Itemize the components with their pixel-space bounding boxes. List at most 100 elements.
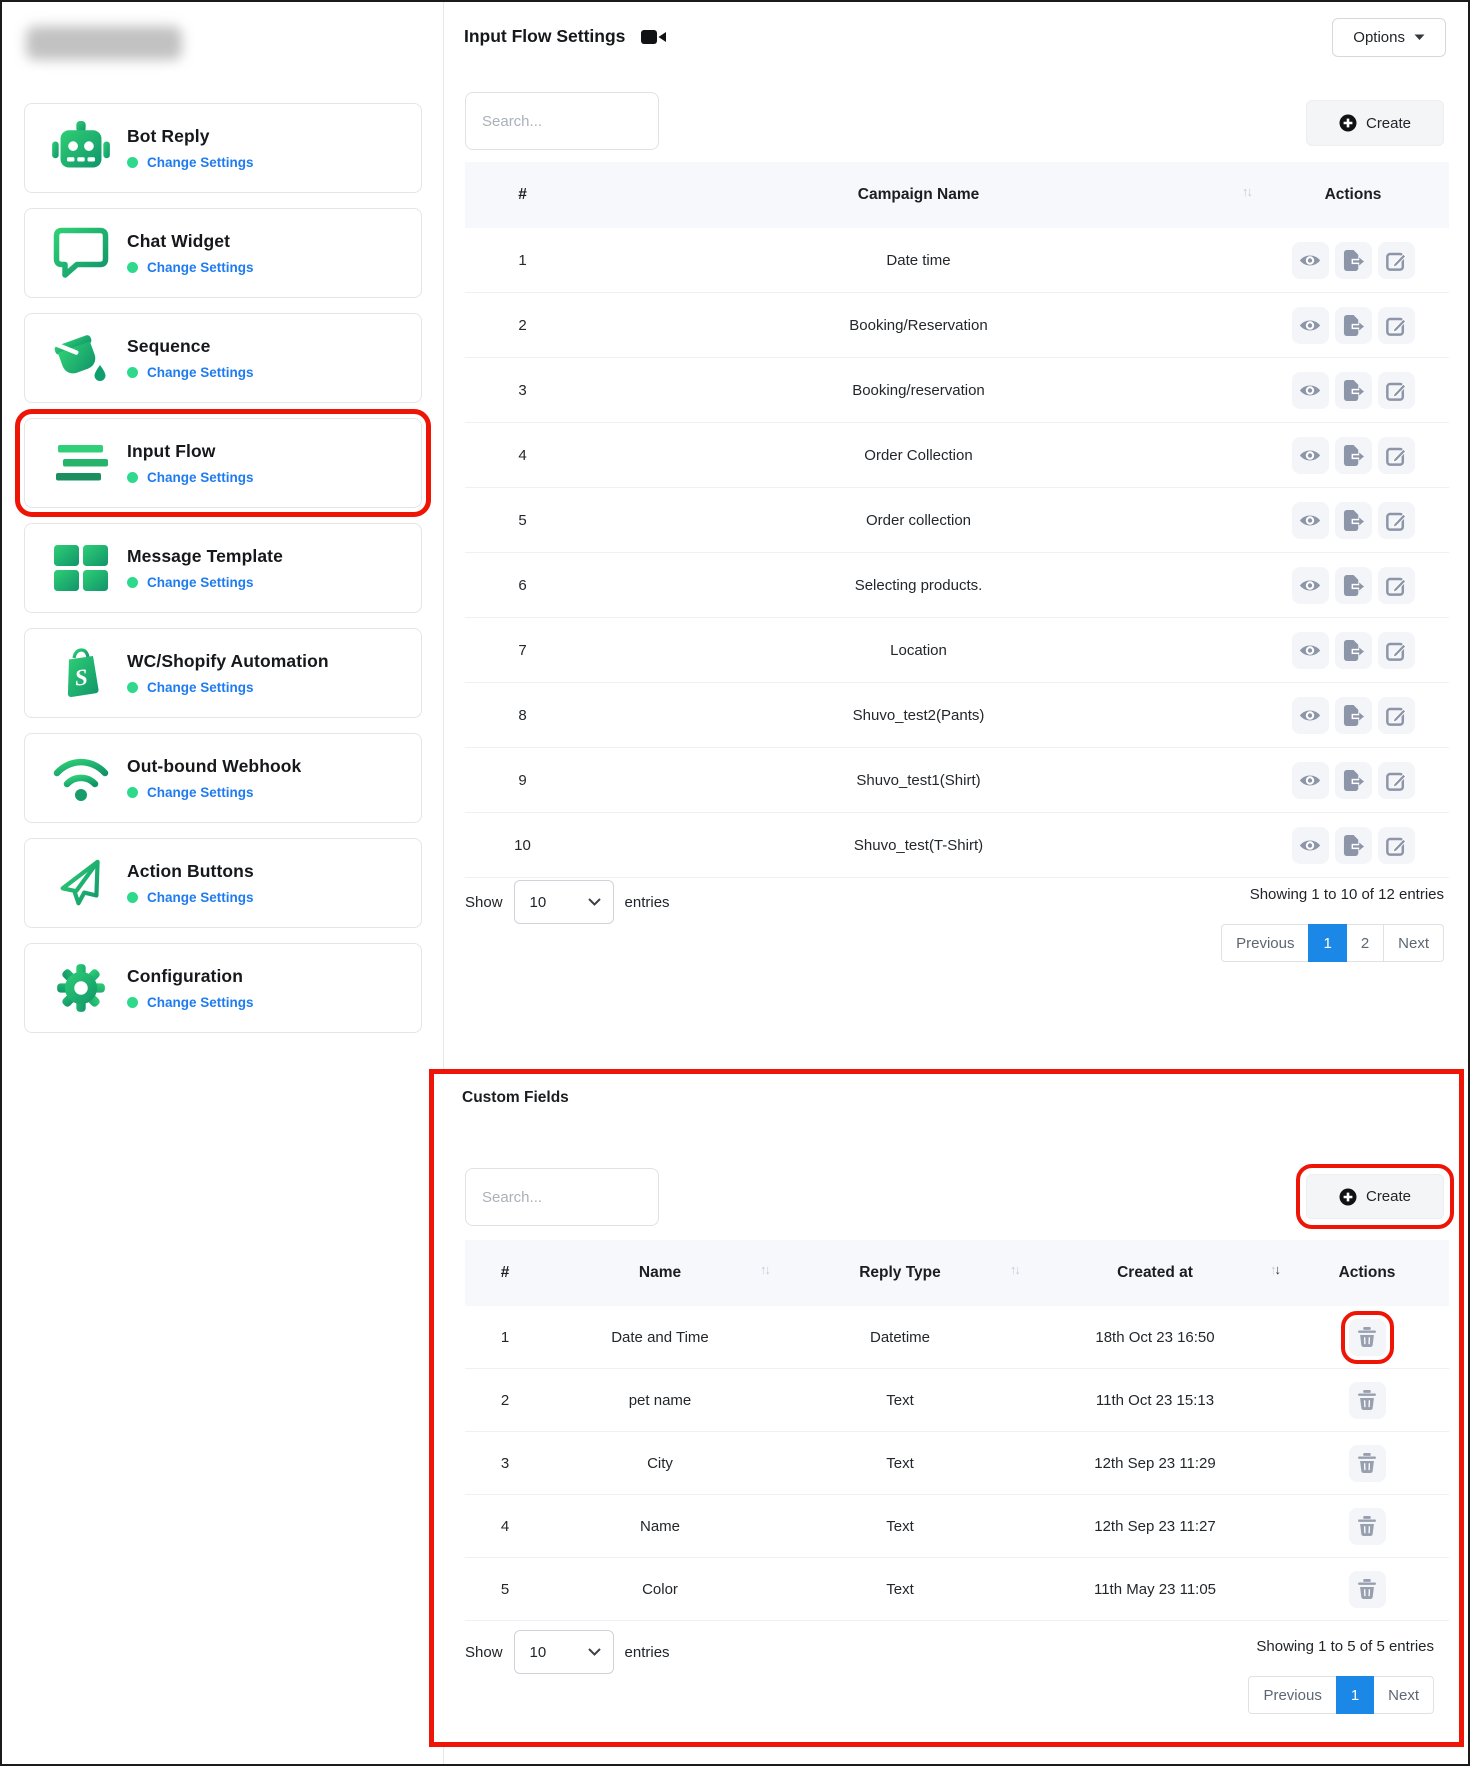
reply-type: Text: [775, 1455, 1025, 1472]
cf-col-num[interactable]: #: [465, 1264, 545, 1282]
change-settings-link[interactable]: Change Settings: [147, 575, 254, 590]
campaign-name: Shuvo_test(T-Shirt): [580, 837, 1257, 854]
sidebar-item[interactable]: S WC/Shopify Automation Change Settings: [24, 628, 422, 718]
edit-button[interactable]: [1378, 567, 1415, 604]
edit-icon: [1386, 315, 1407, 336]
eye-icon: [1299, 448, 1321, 463]
edit-button[interactable]: [1378, 307, 1415, 344]
edit-button[interactable]: [1378, 502, 1415, 539]
next-page-button[interactable]: Next: [1373, 1676, 1434, 1714]
edit-button[interactable]: [1378, 827, 1415, 864]
export-button[interactable]: [1335, 242, 1372, 279]
change-settings-link[interactable]: Change Settings: [147, 785, 254, 800]
edit-button[interactable]: [1378, 632, 1415, 669]
sidebar-item[interactable]: Configuration Change Settings: [24, 943, 422, 1033]
change-settings-link[interactable]: Change Settings: [147, 995, 254, 1010]
change-settings-link[interactable]: Change Settings: [147, 155, 254, 170]
sort-icon[interactable]: ↑↓: [1010, 1262, 1019, 1277]
change-settings-link[interactable]: Change Settings: [147, 365, 254, 380]
sidebar-item-icon: S: [35, 647, 127, 699]
delete-button[interactable]: [1349, 1508, 1386, 1545]
flow-create-button[interactable]: Create: [1306, 100, 1444, 146]
page-number-button[interactable]: 1: [1336, 1676, 1374, 1714]
cf-col-name[interactable]: Name↑↓: [545, 1264, 775, 1282]
edit-button[interactable]: [1378, 372, 1415, 409]
sidebar-item-icon: [35, 754, 127, 802]
edit-button[interactable]: [1378, 437, 1415, 474]
delete-button[interactable]: [1349, 1445, 1386, 1482]
sort-desc-icon[interactable]: ↑↓: [1270, 1262, 1279, 1277]
export-button[interactable]: [1335, 372, 1372, 409]
cf-col-created-at[interactable]: Created at↑↓: [1025, 1264, 1285, 1282]
sidebar-item[interactable]: Input Flow Change Settings: [24, 418, 422, 508]
sidebar-item-label: Bot Reply: [127, 126, 254, 147]
export-button[interactable]: [1335, 632, 1372, 669]
page: Bot Reply Change Settings Chat Widget: [0, 0, 1470, 1766]
row-number: 1: [465, 252, 580, 269]
edit-button[interactable]: [1378, 242, 1415, 279]
sidebar-item[interactable]: Action Buttons Change Settings: [24, 838, 422, 928]
page-number-button[interactable]: 2: [1346, 924, 1384, 962]
view-button[interactable]: [1292, 307, 1329, 344]
page-number-button[interactable]: 1: [1308, 924, 1346, 962]
edit-icon: [1386, 575, 1407, 596]
entries-label: entries: [625, 894, 670, 911]
view-button[interactable]: [1292, 827, 1329, 864]
cf-col-actions: Actions: [1285, 1264, 1449, 1282]
export-button[interactable]: [1335, 437, 1372, 474]
file-export-icon: [1342, 380, 1365, 401]
export-button[interactable]: [1335, 567, 1372, 604]
flow-table-row: 8 Shuvo_test2(Pants): [465, 683, 1449, 748]
view-button[interactable]: [1292, 242, 1329, 279]
flow-search-input[interactable]: [465, 92, 659, 150]
flow-col-num[interactable]: #: [465, 186, 580, 204]
next-page-button[interactable]: Next: [1383, 924, 1444, 962]
delete-button[interactable]: [1349, 1319, 1386, 1356]
export-button[interactable]: [1335, 697, 1372, 734]
sidebar-item[interactable]: Sequence Change Settings: [24, 313, 422, 403]
chevron-down-icon: [588, 898, 601, 906]
view-button[interactable]: [1292, 437, 1329, 474]
export-button[interactable]: [1335, 827, 1372, 864]
sidebar-item[interactable]: Out-bound Webhook Change Settings: [24, 733, 422, 823]
edit-button[interactable]: [1378, 762, 1415, 799]
custom-field-row: 5 Color Text 11th May 23 11:05: [465, 1558, 1449, 1621]
sidebar-item[interactable]: Bot Reply Change Settings: [24, 103, 422, 193]
file-export-icon: [1342, 705, 1365, 726]
change-settings-link[interactable]: Change Settings: [147, 680, 254, 695]
delete-button[interactable]: [1349, 1571, 1386, 1608]
flow-page-size-select[interactable]: 10: [514, 880, 614, 924]
shopify-bag-icon: S: [54, 647, 108, 699]
cf-col-reply-type[interactable]: Reply Type↑↓: [775, 1264, 1025, 1282]
status-dot-icon: [127, 682, 138, 693]
view-button[interactable]: [1292, 372, 1329, 409]
export-button[interactable]: [1335, 307, 1372, 344]
reply-type: Text: [775, 1581, 1025, 1598]
custom-fields-search-input[interactable]: [465, 1168, 659, 1226]
page-title: Input Flow Settings: [464, 26, 625, 47]
cf-page-size-select[interactable]: 10: [514, 1630, 614, 1674]
previous-page-button[interactable]: Previous: [1248, 1676, 1336, 1714]
view-button[interactable]: [1292, 502, 1329, 539]
row-number: 5: [465, 1581, 545, 1598]
edit-button[interactable]: [1378, 697, 1415, 734]
flow-col-campaign[interactable]: Campaign Name↑↓: [580, 186, 1257, 204]
custom-fields-create-button[interactable]: Create: [1306, 1174, 1444, 1219]
change-settings-link[interactable]: Change Settings: [147, 470, 254, 485]
view-button[interactable]: [1292, 632, 1329, 669]
sidebar-item[interactable]: Chat Widget Change Settings: [24, 208, 422, 298]
export-button[interactable]: [1335, 762, 1372, 799]
view-button[interactable]: [1292, 762, 1329, 799]
options-button[interactable]: Options: [1332, 18, 1446, 57]
sort-icon[interactable]: ↑↓: [760, 1262, 769, 1277]
view-button[interactable]: [1292, 567, 1329, 604]
campaign-name: Shuvo_test2(Pants): [580, 707, 1257, 724]
sidebar-item[interactable]: Message Template Change Settings: [24, 523, 422, 613]
delete-button[interactable]: [1349, 1382, 1386, 1419]
export-button[interactable]: [1335, 502, 1372, 539]
change-settings-link[interactable]: Change Settings: [147, 260, 254, 275]
previous-page-button[interactable]: Previous: [1221, 924, 1309, 962]
sort-icon[interactable]: ↑↓: [1242, 184, 1251, 199]
view-button[interactable]: [1292, 697, 1329, 734]
change-settings-link[interactable]: Change Settings: [147, 890, 254, 905]
